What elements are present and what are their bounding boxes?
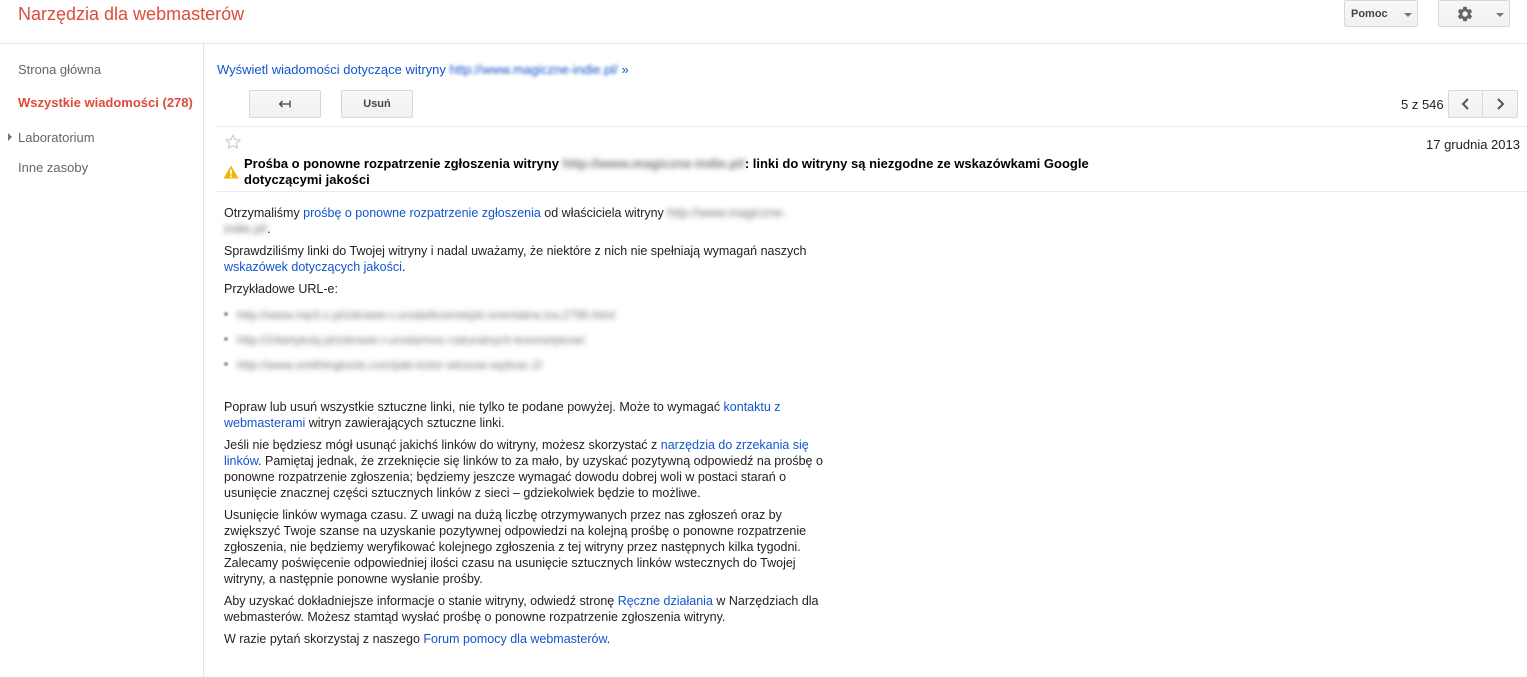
paragraph-time: Usunięcie linków wymaga czasu. Z uwagi n…	[224, 508, 807, 586]
example-url: http://24artykuly.pl/zdrowie-i-uroda/moc…	[237, 333, 585, 347]
divider	[217, 126, 1527, 127]
chevron-down-icon	[1496, 13, 1504, 17]
back-button[interactable]: ↤	[249, 90, 321, 118]
text: Otrzymaliśmy	[224, 206, 304, 220]
message-date: 17 grudnia 2013	[1426, 137, 1520, 152]
reconsideration-request-link[interactable]: prośbę o ponowne rozpatrzenie zgłoszenia	[303, 206, 541, 220]
view-messages-label[interactable]: Wyświetl wiadomości dotyczące witryny	[217, 62, 446, 77]
message-subject: Prośba o ponowne rozpatrzenie zgłoszenia…	[244, 156, 1164, 188]
help-forum-link[interactable]: Forum pomocy dla webmasterów	[423, 632, 606, 646]
delete-button-label: Usuń	[363, 98, 391, 110]
expand-triangle-icon[interactable]	[8, 133, 12, 141]
page-count: 5 z 546	[1401, 97, 1444, 112]
help-button-label: Pomoc	[1351, 7, 1388, 20]
list-item: http://www.mp3-z.pl/zdrowie-i-uroda/kosm…	[224, 307, 828, 332]
subject-prefix: Prośba o ponowne rozpatrzenie zgłoszenia…	[244, 156, 559, 171]
list-item: http://www.smithingtools.com/jaki-kolor-…	[224, 357, 828, 382]
view-site-messages-link[interactable]: Wyświetl wiadomości dotyczące witryny ht…	[217, 62, 629, 77]
text: W razie pytań skorzystaj z naszego	[224, 632, 424, 646]
message-body: Otrzymaliśmy prośbę o ponowne rozpatrzen…	[224, 205, 828, 653]
top-bar: Narzędzia dla webmasterów Pomoc	[0, 0, 1527, 44]
sidebar-item-all-messages[interactable]: Wszystkie wiadomości (278)	[18, 95, 193, 110]
list-item: http://24artykuly.pl/zdrowie-i-uroda/moc…	[224, 332, 828, 357]
quality-guidelines-link[interactable]: wskazówek dotyczących jakości	[224, 260, 402, 274]
gear-icon	[1457, 6, 1473, 21]
text: od właściciela witryny	[540, 206, 668, 220]
text: . Pamiętaj jednak, że zrzeknięcie się li…	[224, 454, 823, 500]
paragraph-forum: W razie pytań skorzystaj z naszego Forum…	[224, 631, 828, 647]
manual-actions-link[interactable]: Ręczne działania	[618, 594, 713, 608]
older-button[interactable]	[1482, 90, 1518, 118]
paragraph-review: Sprawdziliśmy linki do Twojej witryny i …	[224, 243, 828, 275]
example-url: http://www.smithingtools.com/jaki-kolor-…	[237, 358, 543, 372]
example-urls-list: http://www.mp3-z.pl/zdrowie-i-uroda/kosm…	[224, 307, 828, 382]
paragraph-fix-links: Popraw lub usuń wszystkie sztuczne linki…	[224, 399, 828, 431]
chevron-down-icon	[1404, 13, 1412, 17]
subject-site-url: http://www.magiczne-indie.pl/	[562, 156, 745, 171]
chevron-right-icon	[1497, 98, 1505, 110]
view-messages-arrow: »	[621, 62, 629, 77]
sidebar-item-labs[interactable]: Laboratorium	[18, 130, 95, 145]
chevron-left-icon	[1461, 98, 1469, 110]
text: .	[401, 260, 406, 274]
text: witryn zawierających sztuczne linki.	[305, 416, 505, 430]
text: Aby uzyskać dokładniejsze informacje o s…	[224, 594, 618, 608]
divider	[217, 191, 1527, 192]
warning-icon	[223, 165, 239, 179]
sidebar-item-other-resources[interactable]: Inne zasoby	[18, 160, 88, 175]
paragraph-request: Otrzymaliśmy prośbę o ponowne rozpatrzen…	[224, 205, 828, 237]
help-button[interactable]: Pomoc	[1344, 0, 1418, 27]
text: .	[267, 222, 271, 236]
back-arrow-icon: ↤	[278, 96, 292, 113]
paragraph-manual-actions: Aby uzyskać dokładniejsze informacje o s…	[224, 593, 828, 625]
sidebar-item-home[interactable]: Strona główna	[18, 62, 101, 77]
star-icon[interactable]	[224, 133, 242, 151]
text: .	[606, 632, 611, 646]
example-url: http://www.mp3-z.pl/zdrowie-i-uroda/kosm…	[237, 308, 615, 322]
app-title[interactable]: Narzędzia dla webmasterów	[18, 4, 244, 25]
settings-button[interactable]	[1438, 0, 1510, 27]
sidebar: Strona główna Wszystkie wiadomości (278)…	[0, 44, 204, 677]
main-content: Wyświetl wiadomości dotyczące witryny ht…	[204, 44, 1527, 677]
delete-button[interactable]: Usuń	[341, 90, 413, 118]
site-url-link[interactable]: http://www.magiczne-indie.pl/	[450, 62, 618, 77]
text: Popraw lub usuń wszystkie sztuczne linki…	[224, 400, 724, 414]
newer-button[interactable]	[1448, 90, 1483, 118]
example-urls-label: Przykładowe URL-e:	[224, 282, 338, 296]
paragraph-disavow: Jeśli nie będziesz mógł usunąć jakichś l…	[224, 437, 828, 501]
text: Jeśli nie będziesz mógł usunąć jakichś l…	[224, 438, 661, 452]
text: Sprawdziliśmy linki do Twojej witryny i …	[224, 244, 807, 258]
